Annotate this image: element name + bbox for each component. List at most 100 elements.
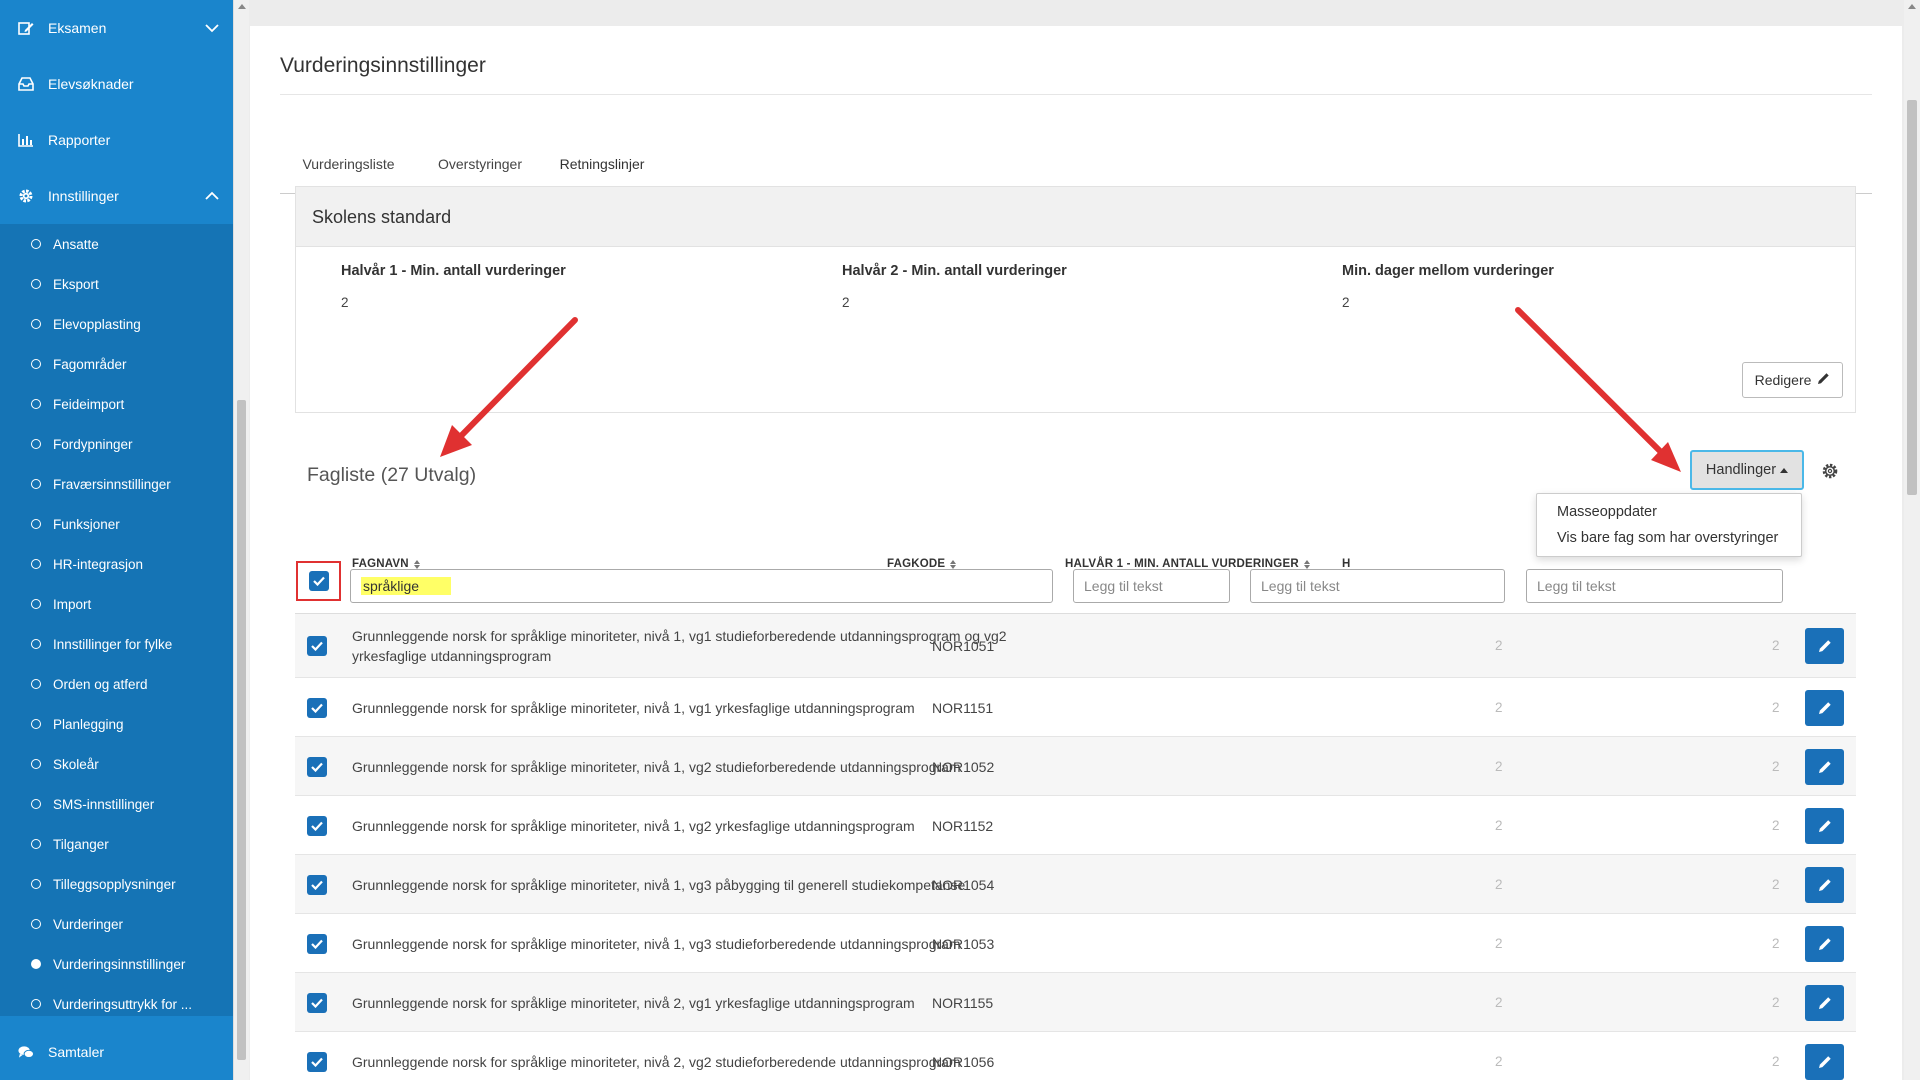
sidebar-subitem-label: Planlegging (53, 716, 124, 732)
sidebar-subitem-label: Feideimport (53, 396, 125, 412)
sidebar-subitem[interactable]: Vurderingsuttrykk for ... (0, 984, 233, 1024)
sidebar-subitem[interactable]: Skoleår (0, 744, 233, 784)
actions-button[interactable]: Handlinger (1690, 450, 1804, 490)
table-row: Grunnleggende norsk for språklige minori… (295, 737, 1856, 796)
sidebar-subitem[interactable]: HR-integrasjon (0, 544, 233, 584)
sidebar-item-innstillinger[interactable]: Innstillinger (0, 168, 233, 224)
page-scrollbar[interactable] (1904, 0, 1920, 1080)
sidebar-subitem[interactable]: Tilganger (0, 824, 233, 864)
sidebar-subitem[interactable]: Planlegging (0, 704, 233, 744)
column-settings-gear-icon[interactable] (1821, 462, 1839, 480)
sidebar-subitem[interactable]: Fraværsinnstillinger (0, 464, 233, 504)
sidebar-item-samtaler[interactable]: Samtaler (0, 1024, 233, 1080)
halvar2-value: 2 (1772, 758, 1780, 774)
tab-vurderingsliste[interactable]: Vurderingsliste (280, 134, 417, 194)
select-all-checkbox[interactable] (309, 571, 329, 591)
sidebar-item-eksamen[interactable]: Eksamen (0, 0, 233, 56)
sidebar-subitem[interactable]: Orden og atferd (0, 664, 233, 704)
row-edit-button[interactable] (1805, 984, 1844, 1021)
subject-code-filter-input[interactable] (1073, 569, 1230, 603)
edit-button-label: Redigere (1754, 372, 1812, 388)
sidebar-subitem-label: Vurderingsuttrykk for ... (53, 996, 193, 1012)
halvar1-filter-input[interactable] (1250, 569, 1505, 603)
main-content: Vurderingsinnstillinger Vurderingsliste … (250, 26, 1902, 1080)
bullet-icon (31, 959, 41, 969)
row-edit-button[interactable] (1805, 628, 1844, 664)
row-checkbox[interactable] (307, 636, 327, 656)
row-edit-button[interactable] (1805, 1043, 1844, 1080)
sidebar-scrollbar-thumb[interactable] (237, 400, 246, 1060)
row-checkbox[interactable] (307, 992, 327, 1013)
sidebar-subitem[interactable]: Innstillinger for fylke (0, 624, 233, 664)
bullet-icon (31, 919, 41, 929)
tab-retningslinjer[interactable]: Retningslinjer (539, 134, 665, 194)
sidebar-subitem-label: Innstillinger for fylke (53, 636, 173, 652)
sidebar-item-label: Eksamen (48, 20, 107, 36)
sidebar-subitem[interactable]: SMS-innstillinger (0, 784, 233, 824)
pencil-icon (1818, 996, 1831, 1009)
sidebar-subitem[interactable]: Eksport (0, 264, 233, 304)
halvar2-value: 2 (1772, 699, 1780, 715)
subject-code: NOR1151 (932, 699, 994, 716)
bullet-icon (31, 999, 41, 1009)
row-checkbox[interactable] (307, 815, 327, 836)
bullet-icon (31, 439, 41, 449)
sidebar-subitem[interactable]: Funksjoner (0, 504, 233, 544)
row-edit-button[interactable] (1805, 689, 1844, 726)
sidebar-item-label: Innstillinger (48, 188, 119, 204)
sidebar-subitem[interactable]: Tilleggsopplysninger (0, 864, 233, 904)
sort-icon (413, 559, 420, 569)
row-checkbox[interactable] (307, 697, 327, 718)
menu-item-vis-bare-overstyringer[interactable]: Vis bare fag som har overstyringer (1557, 530, 1778, 546)
bullet-icon (31, 279, 41, 289)
sidebar-subitem[interactable]: Import (0, 584, 233, 624)
halvar2-value: 2 (1772, 935, 1780, 951)
stat-value-min-days: 2 (1342, 295, 1350, 310)
halvar1-value: 2 (1495, 817, 1503, 833)
bullet-icon (31, 519, 41, 529)
sidebar-subitem-label: Fraværsinnstillinger (53, 476, 171, 492)
sidebar-subitem[interactable]: Vurderingsinnstillinger (0, 944, 233, 984)
bar-chart-icon (18, 132, 34, 148)
row-edit-button[interactable] (1805, 925, 1844, 962)
chevron-up-icon (205, 188, 219, 204)
subject-code: NOR1155 (932, 994, 994, 1011)
halvar2-filter-input[interactable] (1526, 569, 1783, 603)
scroll-up-arrow-icon[interactable] (238, 4, 246, 9)
page-scrollbar-thumb[interactable] (1907, 100, 1917, 495)
sidebar-scrollbar[interactable] (233, 0, 249, 1080)
row-edit-button[interactable] (1805, 866, 1844, 903)
subject-code: NOR1054 (932, 876, 995, 893)
bullet-icon (31, 759, 41, 769)
subject-name-filter-input[interactable]: språklige (350, 569, 1053, 603)
bullet-icon (31, 319, 41, 329)
sidebar-item-label: Rapporter (48, 132, 111, 148)
sidebar-item-rapporter[interactable]: Rapporter (0, 112, 233, 168)
scroll-up-arrow-icon[interactable] (1908, 4, 1916, 9)
sidebar-subitem[interactable]: Vurderinger (0, 904, 233, 944)
table-row: Grunnleggende norsk for språklige minori… (295, 614, 1856, 678)
bullet-icon (31, 239, 41, 249)
bullet-icon (31, 799, 41, 809)
sidebar-subitem[interactable]: Elevopplasting (0, 304, 233, 344)
edit-button[interactable]: Redigere (1742, 362, 1843, 398)
row-edit-button[interactable] (1805, 807, 1844, 844)
chat-icon (18, 1044, 34, 1060)
bullet-icon (31, 599, 41, 609)
menu-item-masseoppdater[interactable]: Masseoppdater (1557, 504, 1657, 520)
row-checkbox[interactable] (307, 1051, 327, 1072)
row-checkbox[interactable] (307, 874, 327, 895)
sidebar-item-elevsoknader[interactable]: Elevsøknader (0, 56, 233, 112)
sidebar-subitem-label: Vurderingsinnstillinger (53, 956, 186, 972)
sidebar-subitem[interactable]: Ansatte (0, 224, 233, 264)
row-checkbox[interactable] (307, 933, 327, 954)
row-checkbox[interactable] (307, 756, 327, 777)
sidebar-subitem-label: Tilganger (53, 836, 109, 852)
row-edit-button[interactable] (1805, 748, 1844, 785)
sidebar-subitem[interactable]: Feideimport (0, 384, 233, 424)
divider (280, 94, 1872, 95)
table-row: Grunnleggende norsk for språklige minori… (295, 1032, 1856, 1080)
tab-overstyringer[interactable]: Overstyringer (417, 134, 543, 194)
sidebar-subitem[interactable]: Fordypninger (0, 424, 233, 464)
sidebar-subitem[interactable]: Fagområder (0, 344, 233, 384)
